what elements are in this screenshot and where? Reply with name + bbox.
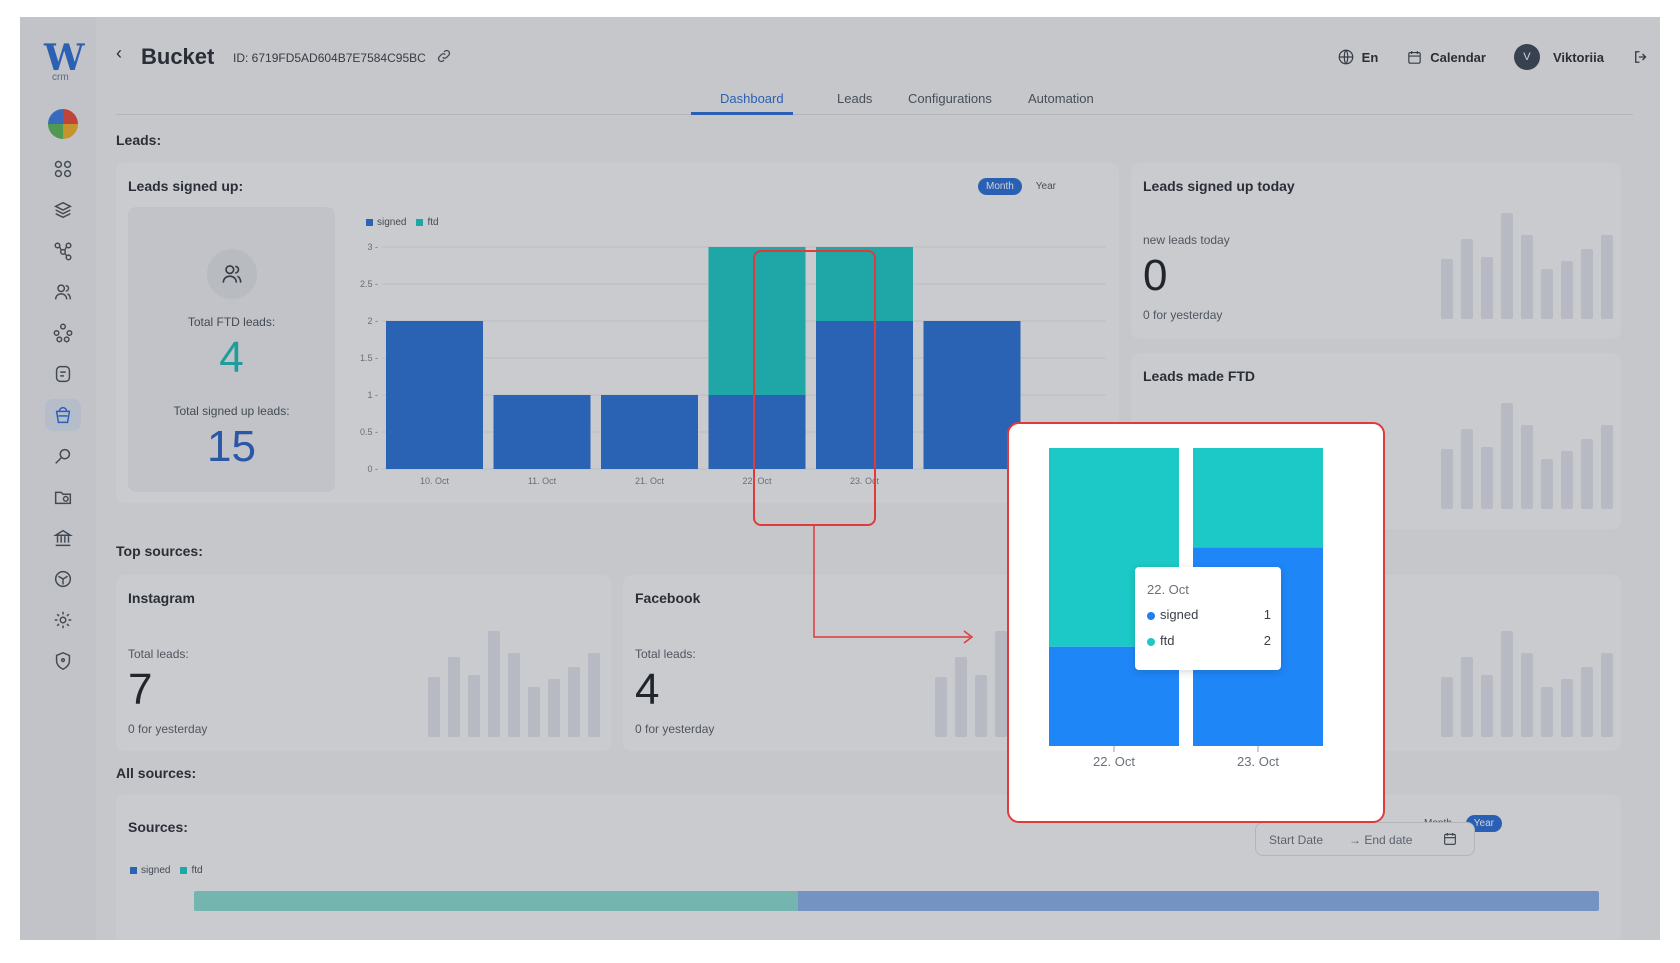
highlight-box [753, 250, 876, 526]
zoom-inset: 22. Oct 23. Oct 22. Oct signed 1 ftd 2 [1007, 422, 1385, 823]
tooltip-row-signed: signed 1 [1147, 607, 1271, 622]
zoom-bar-ftd [1193, 448, 1323, 548]
zoom-x-tick-label: 22. Oct [1093, 754, 1135, 769]
zoom-x-tick-label: 23. Oct [1237, 754, 1279, 769]
chart-tooltip: 22. Oct signed 1 ftd 2 [1135, 567, 1281, 670]
tooltip-date: 22. Oct [1147, 582, 1189, 597]
tooltip-row-ftd: ftd 2 [1147, 633, 1271, 648]
app-frame: W crm ‹ Bucket ID: 6719FD5AD604B7E7584C9… [20, 17, 1660, 940]
